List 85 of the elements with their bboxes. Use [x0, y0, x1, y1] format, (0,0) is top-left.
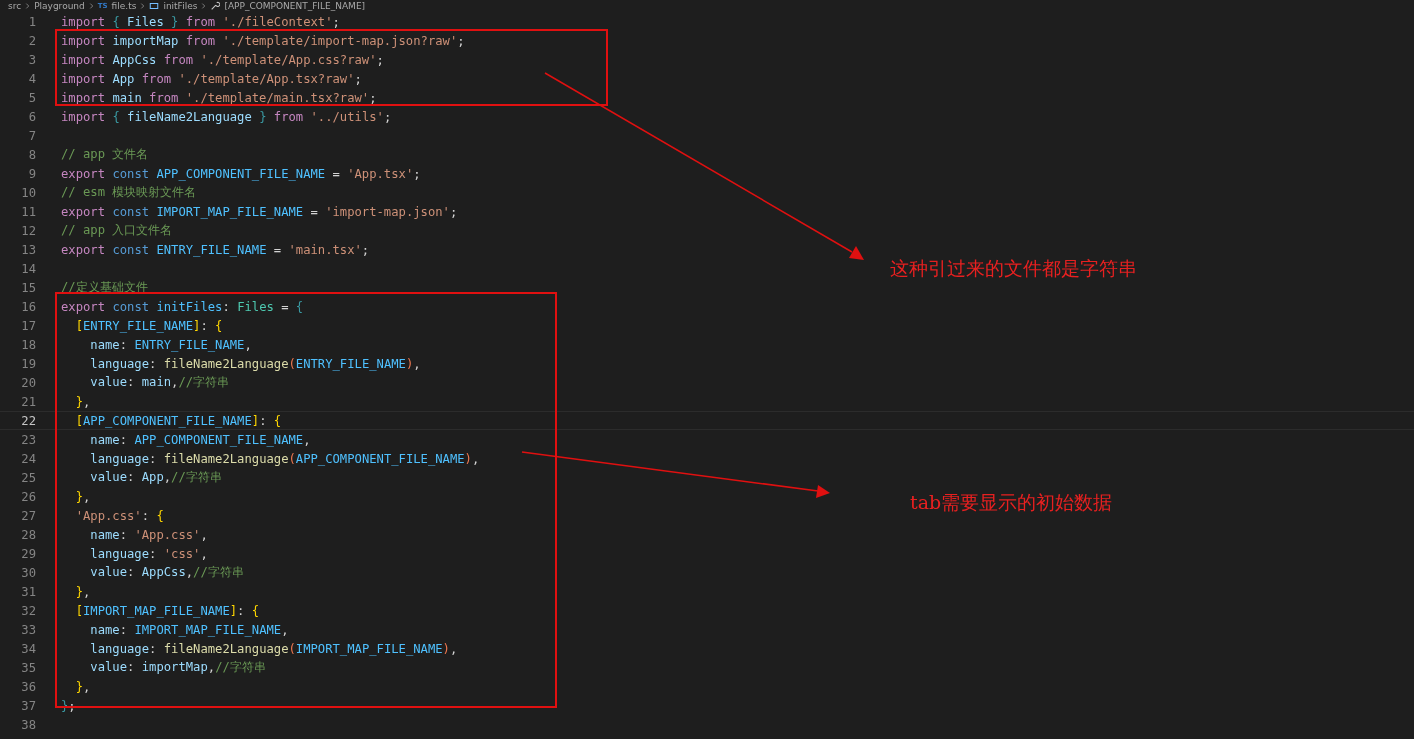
line-number: 5 — [27, 90, 36, 105]
breadcrumb-item[interactable]: src — [8, 1, 22, 11]
code-line: language: fileName2Language(ENTRY_FILE_NAME), — [89, 356, 421, 371]
code-line: import main from './template/main.tsx?raw'; — [61, 90, 377, 105]
line-number: 6 — [27, 109, 36, 124]
line-number: 9 — [27, 166, 36, 181]
line-number: 28 — [20, 527, 36, 542]
line-number: 22 — [20, 413, 36, 428]
code-line: language: fileName2Language(IMPORT_MAP_FILE_NAME), — [89, 641, 458, 656]
code-line: export const IMPORT_MAP_FILE_NAME = 'import-map.json'; — [61, 204, 458, 219]
code-line: value: importMap,//字符串 — [89, 659, 266, 676]
line-number: 4 — [27, 71, 36, 86]
line-number: 16 — [20, 299, 36, 314]
code-line: }, — [74, 584, 91, 599]
line-number: 3 — [27, 52, 36, 67]
line-number: 1 — [27, 14, 36, 29]
code-line: import AppCss from './template/App.css?raw'; — [61, 52, 384, 67]
line-number: 26 — [20, 489, 36, 504]
code-line: }, — [74, 679, 91, 694]
code-line: name: ENTRY_FILE_NAME, — [89, 337, 252, 352]
code-line: name: 'App.css', — [89, 527, 208, 542]
breadcrumb-item[interactable]: initFiles — [163, 1, 198, 11]
line-number: 20 — [20, 375, 36, 390]
code-line: import App from './template/App.tsx?raw'; — [61, 71, 362, 86]
code-line: export const initFiles: Files = { — [61, 299, 304, 314]
line-number: 27 — [20, 508, 36, 523]
code-line: value: App,//字符串 — [89, 469, 222, 486]
variable-icon — [149, 1, 160, 11]
code-line: //定义基础文件 — [61, 279, 148, 296]
line-number: 36 — [20, 679, 36, 694]
line-number: 17 — [20, 318, 36, 333]
line-number: 31 — [20, 584, 36, 599]
chevron-icon — [25, 2, 31, 10]
line-number: 35 — [20, 660, 36, 675]
line-number: 18 — [20, 337, 36, 352]
line-number: 24 — [20, 451, 36, 466]
line-number: 29 — [20, 546, 36, 561]
line-number: 11 — [20, 204, 36, 219]
line-number: 21 — [20, 394, 36, 409]
breadcrumb-item[interactable]: file.ts — [111, 1, 137, 11]
line-number: 32 — [20, 603, 36, 618]
wrench-icon — [210, 1, 221, 11]
line-number: 37 — [20, 698, 36, 713]
code-line: language: fileName2Language(APP_COMPONENT_FILE_NAME), — [89, 451, 480, 466]
code-line: // app 文件名 — [61, 146, 149, 163]
line-number: 34 — [20, 641, 36, 656]
code-line: // esm 模块映射文件名 — [61, 184, 197, 201]
code-line: value: main,//字符串 — [89, 374, 230, 391]
annotation-text: tab需要显示的初始数据 — [910, 490, 1113, 515]
line-number: 38 — [20, 717, 36, 732]
code-line: [IMPORT_MAP_FILE_NAME]: { — [74, 603, 260, 618]
annotation-text: 这种引过来的文件都是字符串 — [890, 256, 1137, 281]
code-line: value: AppCss,//字符串 — [89, 564, 244, 581]
breadcrumb-item[interactable]: Playground — [34, 1, 85, 11]
line-number: 13 — [20, 242, 36, 257]
chevron-icon — [88, 2, 94, 10]
line-number: 15 — [20, 280, 36, 295]
code-line: [APP_COMPONENT_FILE_NAME]: { — [74, 413, 282, 428]
code-line: export const APP_COMPONENT_FILE_NAME = 'App.tsx'; — [61, 166, 421, 181]
code-line: import importMap from './template/import-map.json?raw'; — [61, 33, 465, 48]
line-number: 14 — [20, 261, 36, 276]
line-number: 30 — [20, 565, 36, 580]
line-number: 10 — [20, 185, 36, 200]
line-number: 19 — [20, 356, 36, 371]
line-number: 2 — [27, 33, 36, 48]
code-line: import { fileName2Language } from '../utils'; — [61, 109, 392, 124]
line-number: 25 — [20, 470, 36, 485]
code-line: name: APP_COMPONENT_FILE_NAME, — [89, 432, 311, 447]
code-line: name: IMPORT_MAP_FILE_NAME, — [89, 622, 289, 637]
line-number: 33 — [20, 622, 36, 637]
line-number: 12 — [20, 223, 36, 238]
line-number: 8 — [27, 147, 36, 162]
chevron-icon — [140, 2, 146, 10]
code-line: [ENTRY_FILE_NAME]: { — [74, 318, 223, 333]
code-line: language: 'css', — [89, 546, 208, 561]
breadcrumb-item[interactable]: [APP_COMPONENT_FILE_NAME] — [224, 1, 366, 11]
code-line: export const ENTRY_FILE_NAME = 'main.tsx'; — [61, 242, 370, 257]
code-line: // app 入口文件名 — [61, 222, 173, 239]
code-line: import { Files } from './fileContext'; — [61, 14, 340, 29]
code-line: }, — [74, 394, 91, 409]
code-line: 'App.css': { — [74, 508, 164, 523]
line-number: 7 — [27, 128, 36, 143]
line-number: 23 — [20, 432, 36, 447]
chevron-icon — [201, 2, 207, 10]
code-line: }, — [74, 489, 91, 504]
